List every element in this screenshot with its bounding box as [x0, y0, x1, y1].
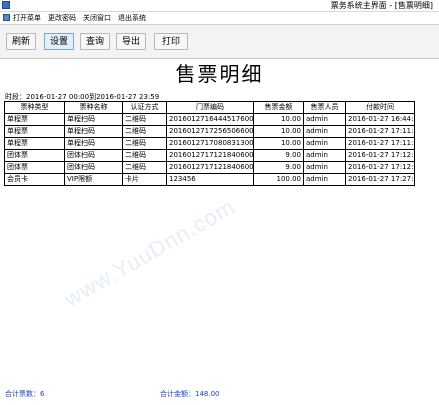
ticket-code-cell: 20160127171218406002: [166, 161, 254, 174]
title-bar: 票务系统主界面 - [售票明细]: [0, 0, 439, 12]
amount-cell: 9.00: [253, 149, 304, 162]
query-button[interactable]: 查询: [80, 33, 110, 50]
table-row[interactable]: 会员卡 VIP限额 卡片 123456 100.00 admin 2016-01…: [4, 173, 415, 186]
auth-method-cell: 二维码: [122, 161, 167, 174]
column-header: 售票人员: [303, 101, 346, 114]
summary-footer: 合计票数：6 合计金额：148.00: [0, 388, 439, 400]
amount-total-summary: 合计金额：148.00: [160, 390, 220, 398]
amount-cell: 10.00: [253, 113, 304, 126]
auth-method-cell: 卡片: [122, 173, 167, 186]
auth-method-cell: 二维码: [122, 113, 167, 126]
column-header: 票种名称: [64, 101, 123, 114]
window-title: 票务系统主界面 - [售票明细]: [330, 1, 433, 10]
ticket-type-cell: 单程票: [4, 137, 65, 150]
pay-time-cell: 2016-01-27 17:11:53: [345, 137, 415, 150]
amount-cell: 100.00: [253, 173, 304, 186]
auth-method-cell: 二维码: [122, 137, 167, 150]
ticket-code-cell: 20160127164445176001: [166, 113, 254, 126]
menu-change-password[interactable]: 更改密码: [48, 12, 76, 24]
app-icon: [2, 1, 10, 9]
ticket-count-summary: 合计票数：6: [5, 390, 45, 398]
ticket-type-cell: 单程票: [4, 125, 65, 138]
seller-cell: admin: [303, 113, 346, 126]
menu-exit-system[interactable]: 退出系统: [118, 12, 146, 24]
sales-table: 票种类型 票种名称 认证方式 门票编码 售票金额 售票人员 付款时间 单程票 单…: [4, 101, 415, 186]
ticket-type-cell: 单程票: [4, 113, 65, 126]
auth-method-cell: 二维码: [122, 125, 167, 138]
pay-time-cell: 2016-01-27 17:12:19: [345, 161, 415, 174]
column-header: 门票编码: [166, 101, 254, 114]
ticket-type-cell: 团体票: [4, 149, 65, 162]
ticket-code-cell: 123456: [166, 173, 254, 186]
column-header: 售票金额: [253, 101, 304, 114]
ticket-code-cell: 20160127170808313001: [166, 137, 254, 150]
menu-bar: 打开菜单 更改密码 关闭窗口 退出系统: [0, 12, 439, 25]
menu-open[interactable]: 打开菜单: [13, 12, 41, 24]
table-row[interactable]: 单程票 单程扫码 二维码 20160127170808313001 10.00 …: [4, 137, 415, 150]
amount-cell: 10.00: [253, 125, 304, 138]
seller-cell: admin: [303, 161, 346, 174]
table-row[interactable]: 单程票 单程扫码 二维码 20160127164445176001 10.00 …: [4, 113, 415, 126]
ticket-code-cell: 20160127172565066001: [166, 125, 254, 138]
table-row[interactable]: 团体票 团体扫码 二维码 20160127171218406002 9.00 a…: [4, 161, 415, 174]
amount-cell: 10.00: [253, 137, 304, 150]
ticket-name-cell: 单程扫码: [64, 137, 123, 150]
table-header-row: 票种类型 票种名称 认证方式 门票编码 售票金额 售票人员 付款时间: [4, 101, 415, 114]
pay-time-cell: 2016-01-27 17:27:45: [345, 173, 415, 186]
settings-button[interactable]: 设置: [44, 33, 74, 50]
watermark: www.YuuDnn.com: [60, 193, 240, 312]
column-header: 认证方式: [122, 101, 167, 114]
table-row[interactable]: 团体票 团体扫码 二维码 20160127171218406001 9.00 a…: [4, 149, 415, 162]
column-header: 票种类型: [4, 101, 65, 114]
seller-cell: admin: [303, 173, 346, 186]
menu-icon: [3, 14, 10, 21]
amount-cell: 9.00: [253, 161, 304, 174]
pay-time-cell: 2016-01-27 17:12:19: [345, 149, 415, 162]
table-row[interactable]: 单程票 单程扫码 二维码 20160127172565066001 10.00 …: [4, 125, 415, 138]
report-title: 售票明细: [175, 62, 264, 86]
seller-cell: admin: [303, 125, 346, 138]
ticket-type-cell: 团体票: [4, 161, 65, 174]
menu-close-window[interactable]: 关闭窗口: [83, 12, 111, 24]
seller-cell: admin: [303, 137, 346, 150]
refresh-button[interactable]: 刷新: [6, 33, 36, 50]
auth-method-cell: 二维码: [122, 149, 167, 162]
column-header: 付款时间: [345, 101, 415, 114]
pay-time-cell: 2016-01-27 16:44:50: [345, 113, 415, 126]
ticket-name-cell: VIP限额: [64, 173, 123, 186]
ticket-name-cell: 团体扫码: [64, 161, 123, 174]
pay-time-cell: 2016-01-27 17:11:56: [345, 125, 415, 138]
toolbar: 刷新 设置 查询 导出 打印: [0, 25, 439, 59]
ticket-name-cell: 单程扫码: [64, 113, 123, 126]
export-button[interactable]: 导出: [116, 33, 146, 50]
ticket-code-cell: 20160127171218406001: [166, 149, 254, 162]
ticket-name-cell: 单程扫码: [64, 125, 123, 138]
ticket-name-cell: 团体扫码: [64, 149, 123, 162]
seller-cell: admin: [303, 149, 346, 162]
print-button[interactable]: 打印: [154, 33, 188, 50]
ticket-type-cell: 会员卡: [4, 173, 65, 186]
